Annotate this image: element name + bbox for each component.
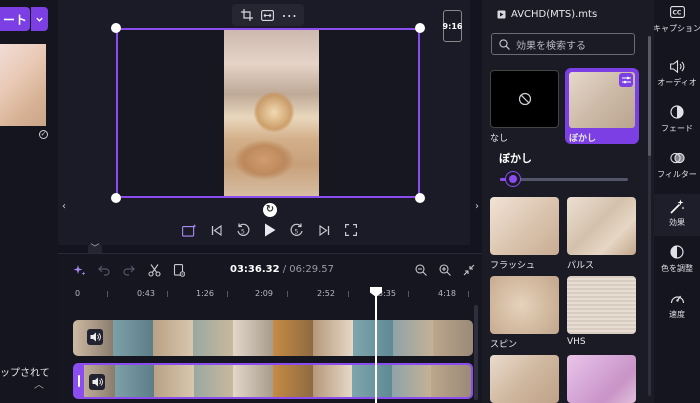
svg-text:5: 5 bbox=[241, 229, 245, 236]
effect-vhs-tile[interactable] bbox=[567, 276, 636, 334]
ruler-tick-label: 2:52 bbox=[317, 289, 335, 298]
nav-color-adjust[interactable]: 色を調整 bbox=[654, 244, 700, 278]
nav-effects[interactable]: 効果 bbox=[654, 194, 700, 236]
nav-fade[interactable]: フェード bbox=[654, 104, 700, 138]
timeline-ruler[interactable]: 0 0:43 1:26 2:09 2:52 3:35 4:18 bbox=[72, 289, 477, 301]
speaker-icon bbox=[669, 58, 685, 74]
magic-edit-icon[interactable] bbox=[180, 221, 198, 239]
collapse-left-panel-button[interactable]: ‹ bbox=[59, 198, 69, 216]
chevron-down-icon bbox=[36, 17, 43, 22]
timeline-tools bbox=[72, 263, 186, 277]
skip-forward-icon[interactable] bbox=[315, 221, 333, 239]
forward-5-icon[interactable]: 5 bbox=[288, 221, 306, 239]
undo-icon[interactable] bbox=[97, 263, 111, 277]
fade-icon bbox=[669, 104, 685, 120]
panel-scrollbar-thumb[interactable] bbox=[648, 36, 651, 156]
ruler-tick-label: 0:43 bbox=[137, 289, 155, 298]
effect-label: ぼかし bbox=[569, 134, 597, 144]
svg-text:CC: CC bbox=[672, 10, 681, 17]
effect-none-tile[interactable] bbox=[490, 70, 559, 128]
file-name: AVCHD(MTS).mts bbox=[511, 9, 598, 20]
timeline-scrollbar[interactable] bbox=[474, 305, 478, 400]
delete-clip-icon[interactable] bbox=[172, 263, 186, 277]
skip-back-icon[interactable] bbox=[207, 221, 225, 239]
resize-handle-top-right[interactable] bbox=[415, 23, 425, 33]
total-time: 06:29.57 bbox=[289, 264, 335, 275]
nav-captions[interactable]: CC キャプション bbox=[653, 4, 700, 46]
no-effect-icon bbox=[518, 92, 531, 106]
crop-icon[interactable] bbox=[239, 7, 255, 23]
fit-icon[interactable] bbox=[260, 7, 276, 23]
play-button[interactable] bbox=[261, 221, 279, 239]
sparkle-icon[interactable] bbox=[72, 263, 86, 277]
zoom-in-icon[interactable] bbox=[438, 263, 452, 277]
media-thumbnail[interactable] bbox=[0, 44, 46, 126]
canvas-toolbar: ⋯ bbox=[232, 4, 304, 26]
filter-icon bbox=[669, 150, 685, 166]
rotate-icon[interactable]: ↻ bbox=[263, 203, 277, 217]
redo-icon[interactable] bbox=[122, 263, 136, 277]
timeline-clip-track-2-selected[interactable] bbox=[73, 363, 473, 399]
search-placeholder: 効果を検索する bbox=[516, 40, 586, 52]
trim-handle[interactable] bbox=[75, 365, 84, 397]
ruler-tick-label: 0 bbox=[75, 289, 81, 298]
timecode: 03:36.32 / 06:29.57 bbox=[230, 264, 335, 275]
scissors-icon[interactable] bbox=[147, 263, 161, 277]
fit-timeline-icon[interactable] bbox=[462, 263, 476, 277]
effect-tile[interactable] bbox=[567, 355, 636, 403]
zoom-out-icon[interactable] bbox=[414, 263, 428, 277]
current-time: 03:36.32 bbox=[230, 264, 280, 275]
adjust-settings-icon[interactable] bbox=[619, 73, 633, 87]
effect-label: パルス bbox=[567, 261, 595, 271]
speaker-icon[interactable] bbox=[89, 374, 105, 390]
effect-label: なし bbox=[490, 134, 509, 144]
search-input[interactable]: 効果を検索する bbox=[491, 33, 635, 55]
resize-handle-top-left[interactable] bbox=[111, 23, 121, 33]
resize-handle-bottom-right[interactable] bbox=[415, 193, 425, 203]
check-icon: ✓ bbox=[39, 130, 48, 139]
video-file-icon bbox=[497, 10, 506, 19]
effect-settings-heading: ぼかし bbox=[499, 152, 532, 165]
effect-label: スピン bbox=[490, 340, 518, 350]
nav-filters[interactable]: フィルター bbox=[654, 150, 700, 184]
svg-text:5: 5 bbox=[295, 229, 299, 236]
speaker-icon[interactable] bbox=[87, 329, 103, 345]
effect-pulse-tile[interactable] bbox=[567, 197, 636, 255]
effect-label: フラッシュ bbox=[490, 261, 536, 271]
cc-icon: CC bbox=[669, 4, 685, 20]
nav-audio[interactable]: オーディオ bbox=[654, 58, 700, 92]
zoom-tools bbox=[414, 263, 476, 277]
timeline-clip-track-1[interactable] bbox=[73, 320, 473, 356]
search-icon bbox=[499, 38, 510, 50]
rewind-5-icon[interactable]: 5 bbox=[234, 221, 252, 239]
magic-wand-icon bbox=[669, 198, 685, 214]
effect-flash-tile[interactable] bbox=[490, 197, 559, 255]
export-button[interactable]: ート bbox=[0, 7, 30, 31]
ruler-tick-label: 2:09 bbox=[255, 289, 273, 298]
selection-frame[interactable] bbox=[116, 28, 420, 198]
file-title: AVCHD(MTS).mts bbox=[497, 9, 597, 20]
blur-intensity-knob[interactable] bbox=[506, 172, 520, 186]
fullscreen-icon[interactable] bbox=[342, 221, 360, 239]
ruler-tick-label: 4:18 bbox=[438, 289, 456, 298]
effect-tile[interactable] bbox=[490, 355, 559, 403]
effect-label: VHS bbox=[567, 337, 586, 347]
aspect-ratio-button[interactable]: 9:16 bbox=[443, 10, 462, 42]
color-adjust-icon bbox=[669, 244, 685, 260]
ruler-tick-label: 1:26 bbox=[196, 289, 214, 298]
resize-handle-bottom-left[interactable] bbox=[111, 193, 121, 203]
chevron-up-icon[interactable]: ︿ bbox=[34, 376, 44, 391]
playhead[interactable] bbox=[375, 288, 377, 403]
effect-spin-tile[interactable] bbox=[490, 276, 559, 334]
export-dropdown-button[interactable] bbox=[31, 7, 48, 31]
nav-speed[interactable]: 速度 bbox=[654, 290, 700, 324]
speedometer-icon bbox=[669, 290, 685, 306]
playback-controls: 5 5 bbox=[180, 220, 360, 240]
collapse-right-panel-button[interactable]: › bbox=[472, 198, 482, 216]
more-options-icon[interactable]: ⋯ bbox=[281, 6, 297, 25]
